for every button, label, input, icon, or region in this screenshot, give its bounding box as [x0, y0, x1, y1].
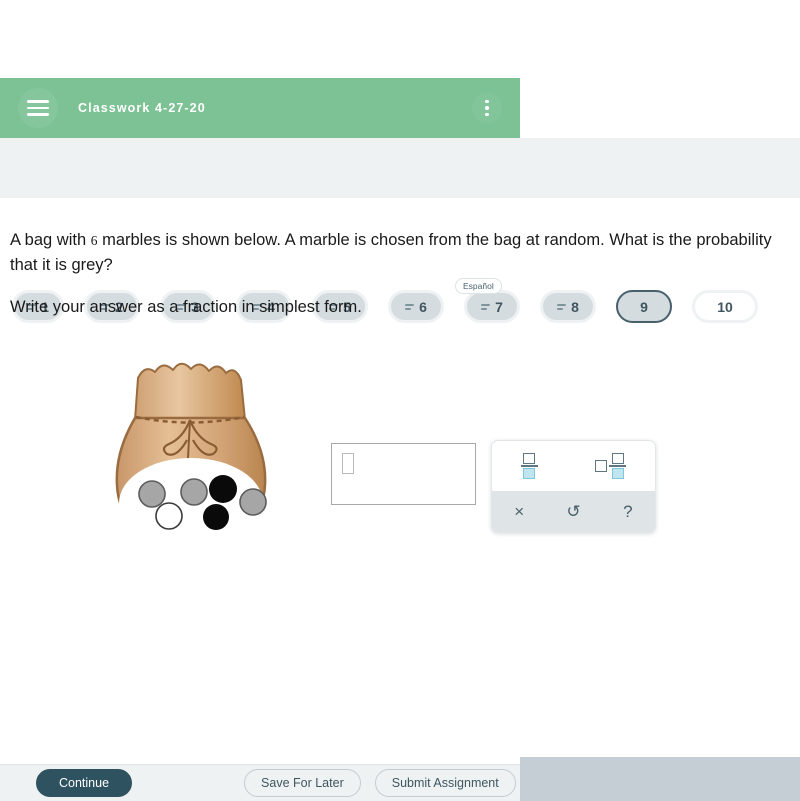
footer-bar: Continue Save For Later Submit Assignmen… [0, 764, 520, 801]
math-cursor-slot [342, 453, 354, 474]
help-icon[interactable]: ? [608, 491, 648, 532]
submit-assignment-button[interactable]: Submit Assignment [374, 769, 516, 797]
question-text: A bag with 6 marbles is shown below. A m… [10, 228, 780, 278]
question-instruction: Write your answer as a fraction in simpl… [10, 298, 362, 316]
answer-input[interactable] [331, 443, 476, 505]
language-toggle-badge[interactable]: Español [455, 278, 502, 294]
keypad-action-row: × ↺ ? [492, 491, 655, 532]
marble-grey-3 [239, 488, 267, 516]
question-nav-strip: 1 2 3 4 5 6 7 8 9 10 Español [0, 138, 800, 323]
kebab-dot [485, 106, 489, 110]
continue-button[interactable]: Continue [36, 769, 133, 797]
marble-grey-1 [138, 480, 166, 508]
marble-black-2 [203, 504, 229, 530]
clear-icon[interactable]: × [499, 491, 539, 532]
mixed-number-template-button[interactable] [588, 450, 633, 483]
question-text-part2: marbles is shown below. A marble is chos… [10, 231, 772, 274]
math-keypad: × ↺ ? [491, 440, 656, 533]
app-header: Classwork 4-27-20 [0, 78, 520, 138]
marble-black-1 [209, 475, 237, 503]
hamburger-bar [27, 113, 49, 116]
save-for-later-button[interactable]: Save For Later [244, 769, 361, 797]
mixed-number-icon [595, 452, 627, 480]
page-top-whitespace [0, 0, 800, 78]
kebab-dot [485, 112, 489, 117]
kebab-dot [485, 99, 489, 104]
undo-icon[interactable]: ↺ [553, 491, 593, 532]
hamburger-icon[interactable] [18, 88, 58, 128]
bag-of-marbles-illustration [105, 360, 295, 555]
hamburger-bar [27, 100, 49, 103]
fraction-icon [520, 452, 538, 480]
kebab-menu-icon[interactable] [472, 93, 502, 123]
marble-white-1 [155, 502, 183, 530]
keypad-template-row [492, 441, 655, 491]
question-text-part1: A bag with [10, 231, 91, 249]
marble-grey-2 [180, 478, 208, 506]
hamburger-bar [27, 106, 49, 110]
bag-ruffle-top [134, 362, 246, 421]
footer-right-panel [520, 757, 800, 801]
fraction-template-button[interactable] [514, 450, 545, 483]
assignment-title: Classwork 4-27-20 [78, 101, 206, 115]
